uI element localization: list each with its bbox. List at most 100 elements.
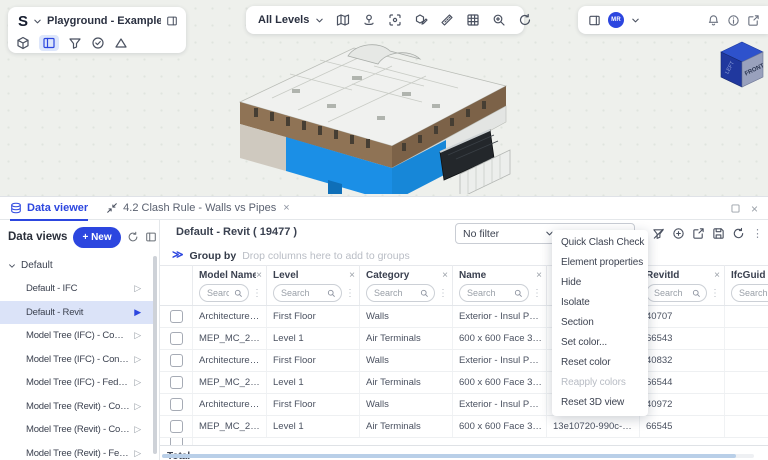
tab-close-icon[interactable]: × bbox=[283, 202, 289, 214]
sidebar-item[interactable]: Default - Revit▶ bbox=[0, 301, 153, 325]
column-search-input[interactable] bbox=[372, 287, 417, 299]
context-menu-item[interactable]: Reset color bbox=[552, 353, 648, 373]
zoom-extents-icon[interactable] bbox=[492, 13, 506, 27]
group-by-bar[interactable]: ≫ Group by Drop columns here to add to g… bbox=[160, 246, 768, 266]
sidebar-item[interactable]: Model Tree (IFC) - Containment▷ bbox=[0, 348, 153, 372]
column-menu-icon[interactable]: ⋮ bbox=[438, 288, 448, 299]
more-menu-icon[interactable]: ⋮ bbox=[752, 227, 763, 240]
run-view-icon[interactable]: ▷ bbox=[134, 448, 141, 459]
focus-target-icon[interactable] bbox=[388, 13, 402, 27]
tab-clash-rule[interactable]: 4.2 Clash Rule - Walls vs Pipes × bbox=[106, 197, 289, 220]
context-menu-item[interactable]: Reset 3D view bbox=[552, 393, 648, 413]
measure-icon[interactable] bbox=[440, 13, 454, 27]
row-checkbox[interactable] bbox=[170, 332, 183, 345]
table-row[interactable]: Architecture_MC_20First FloorWallsExteri… bbox=[160, 306, 768, 328]
column-close-icon[interactable]: × bbox=[536, 270, 542, 281]
tab-data-viewer[interactable]: Data viewer bbox=[10, 197, 88, 220]
table-row[interactable]: Architecture_MC_20First FloorWallsExteri… bbox=[160, 350, 768, 372]
context-menu-item[interactable]: Isolate bbox=[552, 293, 648, 313]
sidebar-scrollbar[interactable] bbox=[153, 256, 157, 454]
new-view-button[interactable]: + New bbox=[73, 227, 120, 248]
row-checkbox[interactable] bbox=[170, 420, 183, 433]
views-tool-selected[interactable] bbox=[39, 35, 59, 51]
check-circle-icon[interactable] bbox=[91, 36, 105, 50]
run-view-icon[interactable]: ▷ bbox=[134, 424, 141, 435]
level-filter[interactable]: All Levels bbox=[258, 14, 309, 26]
column-search[interactable] bbox=[366, 284, 435, 302]
user-avatar[interactable]: MR bbox=[608, 12, 624, 28]
column-menu-icon[interactable]: ⋮ bbox=[345, 288, 355, 299]
column-search[interactable] bbox=[731, 284, 768, 302]
close-panel-icon[interactable]: × bbox=[751, 202, 758, 216]
table-row-partial[interactable] bbox=[160, 438, 768, 445]
column-search-input[interactable] bbox=[205, 287, 231, 299]
sidebar-item[interactable]: Default - IFC▷ bbox=[0, 277, 153, 301]
table-row[interactable]: MEP_MC_2022.rvtLevel 1Air Terminals600 x… bbox=[160, 416, 768, 438]
grid-table-icon[interactable] bbox=[466, 13, 480, 27]
notifications-bell-icon[interactable] bbox=[707, 14, 720, 27]
share-icon[interactable] bbox=[747, 14, 760, 27]
column-search[interactable] bbox=[273, 284, 342, 302]
run-view-icon[interactable]: ▷ bbox=[134, 401, 141, 412]
run-view-icon[interactable]: ▷ bbox=[134, 330, 141, 341]
sidebar-item[interactable]: Model Tree (IFC) - Components▷ bbox=[0, 324, 153, 348]
table-row[interactable]: MEP_MC_2022.rvtLevel 1Air Terminals600 x… bbox=[160, 328, 768, 350]
column-search[interactable] bbox=[646, 284, 707, 302]
column-menu-icon[interactable]: ⋮ bbox=[252, 288, 262, 299]
clear-filter-icon[interactable] bbox=[652, 227, 665, 240]
context-menu-item[interactable]: Quick Clash Check bbox=[552, 233, 648, 253]
view-cube[interactable]: LEFT FRONT bbox=[719, 40, 765, 90]
column-menu-icon[interactable]: ⋮ bbox=[532, 288, 542, 299]
sidebar-item[interactable]: Model Tree (Revit) - Components▷ bbox=[0, 395, 153, 419]
run-view-icon[interactable]: ▷ bbox=[134, 354, 141, 365]
context-menu-item[interactable]: Section bbox=[552, 313, 648, 333]
save-icon[interactable] bbox=[712, 227, 725, 240]
column-close-icon[interactable]: × bbox=[714, 270, 720, 281]
chevron-down-icon[interactable] bbox=[315, 16, 324, 25]
sidebar-item[interactable]: Model Tree (IFC) - Federated Floor▷ bbox=[0, 371, 153, 395]
context-menu-item[interactable]: Set color... bbox=[552, 333, 648, 353]
triangle-icon[interactable] bbox=[114, 36, 128, 50]
column-close-icon[interactable]: × bbox=[256, 270, 262, 281]
first-person-icon[interactable] bbox=[362, 13, 376, 27]
sidebar-item[interactable]: Model Tree (Revit) - Containment▷ bbox=[0, 418, 153, 442]
edit-model-icon[interactable] bbox=[414, 13, 428, 27]
context-menu-item[interactable]: Element properties bbox=[552, 253, 648, 273]
reset-view-icon[interactable] bbox=[518, 13, 532, 27]
column-search[interactable] bbox=[199, 284, 249, 302]
refresh-icon[interactable] bbox=[732, 227, 745, 240]
run-view-icon[interactable]: ▷ bbox=[134, 377, 141, 388]
column-search-input[interactable] bbox=[279, 287, 324, 299]
viewport-3d[interactable]: LEFT FRONT S Playground - Example All Le… bbox=[0, 0, 768, 196]
table-row[interactable]: Architecture_MC_20First FloorWallsExteri… bbox=[160, 394, 768, 416]
run-view-icon[interactable]: ▶ bbox=[134, 307, 141, 318]
collapse-sidebar-icon[interactable] bbox=[145, 231, 157, 243]
row-checkbox[interactable] bbox=[170, 354, 183, 367]
column-close-icon[interactable]: × bbox=[349, 270, 355, 281]
row-checkbox[interactable] bbox=[170, 376, 183, 389]
table-row[interactable]: MEP_MC_2022.rvtLevel 1Air Terminals600 x… bbox=[160, 372, 768, 394]
sidebar-item[interactable]: Model Tree (Revit) - Federated Flo...▷ bbox=[0, 442, 153, 460]
row-checkbox[interactable] bbox=[170, 310, 183, 323]
column-search-input[interactable] bbox=[465, 287, 511, 299]
column-search-input[interactable] bbox=[737, 287, 768, 299]
maximize-panel-icon[interactable] bbox=[730, 203, 741, 214]
run-view-icon[interactable]: ▷ bbox=[134, 283, 141, 294]
info-icon[interactable] bbox=[727, 14, 740, 27]
chevron-down-icon[interactable] bbox=[631, 16, 640, 25]
column-close-icon[interactable]: × bbox=[442, 270, 448, 281]
column-search-input[interactable] bbox=[652, 287, 689, 299]
horizontal-scrollbar[interactable] bbox=[162, 454, 754, 458]
row-checkbox[interactable] bbox=[170, 398, 183, 411]
collapse-panel-icon[interactable] bbox=[166, 15, 178, 27]
row-checkbox[interactable] bbox=[170, 438, 183, 445]
building-model[interactable] bbox=[232, 34, 517, 194]
scrollbar-thumb[interactable] bbox=[162, 454, 736, 458]
column-search[interactable] bbox=[459, 284, 529, 302]
column-menu-icon[interactable]: ⋮ bbox=[710, 288, 720, 299]
refresh-icon[interactable] bbox=[127, 231, 139, 243]
chevron-down-icon[interactable] bbox=[33, 17, 42, 26]
export-icon[interactable] bbox=[692, 227, 705, 240]
app-logo[interactable]: S bbox=[18, 14, 28, 29]
map-icon[interactable] bbox=[336, 13, 350, 27]
